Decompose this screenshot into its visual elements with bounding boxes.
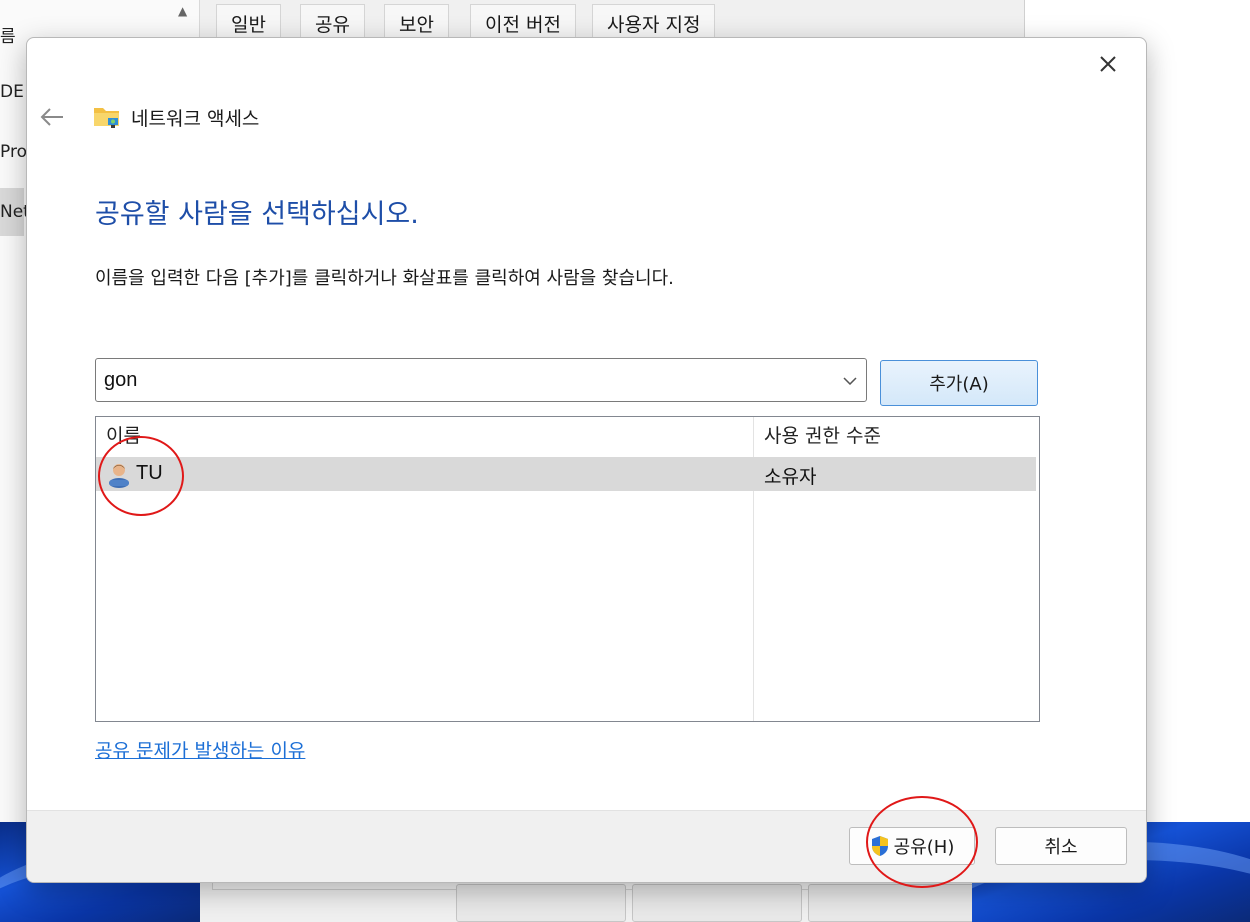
close-button[interactable] [1086,46,1130,82]
name-combobox[interactable] [95,358,867,402]
nav-item[interactable]: DE [0,82,24,102]
tab-previous-versions[interactable]: 이전 버전 [470,4,576,40]
dialog-title-bar: 네트워크 액세스 [93,102,259,132]
dialog-title: 네트워크 액세스 [131,107,260,130]
column-header-name[interactable]: 이름 [106,421,141,448]
tab-security[interactable]: 보안 [384,4,449,40]
share-button-label: 공유(H) [893,837,955,858]
network-folder-icon [94,108,119,128]
cancel-button[interactable]: 취소 [995,827,1127,865]
properties-button[interactable] [632,884,802,922]
uac-shield-icon [871,836,888,856]
scroll-up-icon[interactable]: ▲ [178,4,187,18]
properties-button[interactable] [456,884,626,922]
user-icon [109,464,129,488]
nav-item[interactable]: 름 [0,22,16,47]
name-input[interactable] [96,359,832,401]
nav-item[interactable]: Pro [0,142,27,162]
row-permission-level[interactable]: 소유자 [764,462,816,489]
chevron-down-icon [843,377,857,385]
close-icon [1100,56,1116,72]
tab-sharing[interactable]: 공유 [300,4,365,40]
properties-button[interactable] [808,884,978,922]
tab-general[interactable]: 일반 [216,4,281,40]
tab-customize[interactable]: 사용자 지정 [592,4,716,40]
list-row[interactable]: TU 소유자 [96,457,1036,491]
combo-dropdown-button[interactable] [840,371,860,391]
column-header-permission[interactable]: 사용 권한 수준 [764,421,881,448]
back-button[interactable] [37,102,67,132]
page-heading: 공유할 사람을 선택하십시오. [95,199,419,230]
sharing-help-link[interactable]: 공유 문제가 발생하는 이유 [95,736,305,763]
permissions-list[interactable]: 이름 사용 권한 수준 TU 소유자 [95,416,1040,722]
network-access-dialog: 네트워크 액세스 공유할 사람을 선택하십시오. 이름을 입력한 다음 [추가]… [26,37,1147,883]
nav-item-selected[interactable]: Net [0,188,30,236]
add-button[interactable]: 추가(A) [880,360,1038,406]
instruction-text: 이름을 입력한 다음 [추가]를 클릭하거나 화살표를 클릭하여 사람을 찾습니… [95,268,674,289]
row-user-name: TU [136,462,163,484]
dialog-footer: 공유(H) 취소 [27,810,1146,882]
share-button[interactable]: 공유(H) [849,827,975,865]
back-arrow-icon [40,108,63,126]
